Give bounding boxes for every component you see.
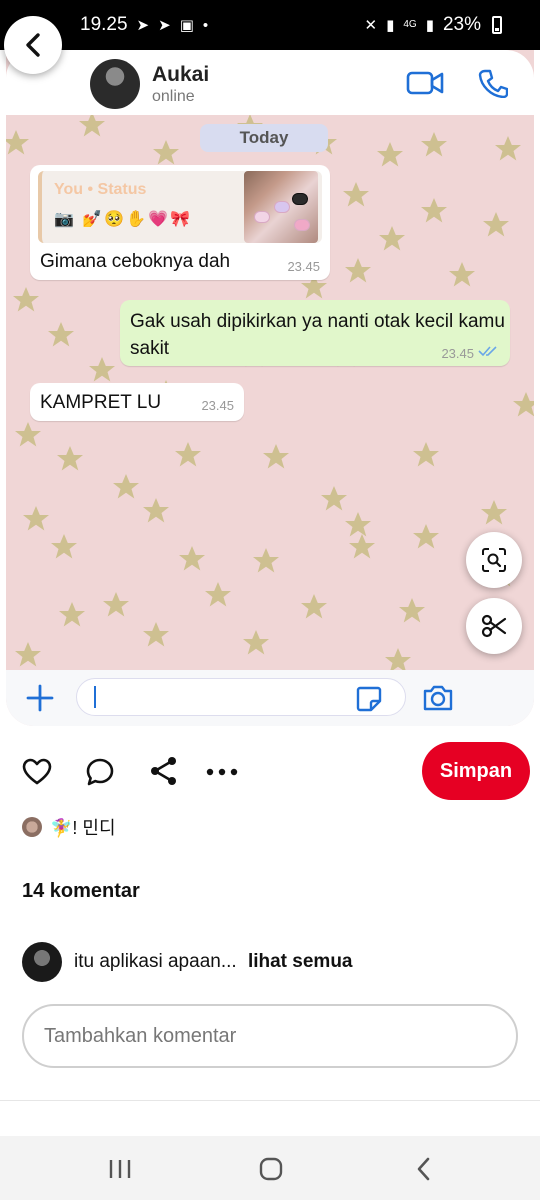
message-bubble-incoming[interactable]: KAMPRET LU 23.45: [30, 383, 244, 421]
plus-icon[interactable]: [26, 684, 54, 712]
comment-icon[interactable]: [86, 758, 114, 786]
message-text: Gimana ceboknya dah: [40, 251, 231, 272]
telegram-icon: ➤: [158, 16, 171, 34]
signal-icon: ▮: [425, 16, 434, 34]
sticker-icon[interactable]: [356, 686, 382, 712]
pin-image[interactable]: Aukai online Today You • Status 📷 💅🥺✋💗🎀 …: [6, 50, 534, 726]
cutout-button[interactable]: [466, 598, 522, 654]
contact-avatar[interactable]: [90, 59, 140, 109]
pin-owner[interactable]: 🧚‍♀️! 민디: [22, 814, 116, 840]
camera-icon[interactable]: [422, 684, 454, 712]
date-separator: Today: [200, 124, 328, 152]
signal-icon: ▮: [386, 16, 395, 34]
message-time: 23.45: [201, 398, 234, 413]
nav-back-icon[interactable]: [414, 1156, 434, 1182]
owner-name[interactable]: 🧚‍♀️! 민디: [50, 814, 116, 840]
contact-status: online: [152, 88, 195, 105]
quote-emojis: 📷 💅🥺✋💗🎀: [54, 211, 192, 228]
quote-title: You • Status: [54, 181, 147, 198]
recents-icon[interactable]: [108, 1158, 132, 1180]
telegram-icon: ➤: [136, 16, 150, 34]
status-time: 19.25: [80, 14, 128, 35]
gallery-icon: ▣: [179, 16, 194, 34]
mute-icon: ✕: [364, 16, 378, 34]
share-icon[interactable]: [150, 756, 178, 786]
commenter-avatar[interactable]: [22, 942, 62, 982]
heart-icon[interactable]: [22, 758, 52, 786]
divider: [0, 1100, 540, 1101]
video-call-icon[interactable]: [406, 70, 444, 96]
comment-count: 14 komentar: [22, 880, 140, 902]
chat-input-bar: [6, 670, 534, 726]
visual-search-button[interactable]: [466, 532, 522, 588]
network-type: 4G: [403, 19, 417, 30]
message-text: KAMPRET LU: [40, 392, 162, 413]
lens-icon: [482, 548, 506, 572]
contact-name[interactable]: Aukai: [152, 63, 209, 87]
read-receipt-icon: [478, 346, 497, 357]
status-reply-quote[interactable]: You • Status 📷 💅🥺✋💗🎀: [38, 171, 322, 243]
pin-actions: Simpan: [0, 738, 540, 804]
message-bubble-outgoing[interactable]: Gak usah dipikirkan ya nanti otak kecil …: [120, 300, 510, 366]
add-comment-input[interactable]: Tambahkan komentar: [22, 1004, 518, 1068]
back-button[interactable]: [4, 16, 62, 74]
back-arrow-icon: [26, 33, 40, 57]
battery-percent: 23%: [442, 14, 481, 35]
scissors-icon: [481, 614, 507, 638]
chat-header: Aukai online: [6, 50, 534, 115]
more-icon[interactable]: [206, 768, 238, 776]
status-bar: 19.25 ➤ ➤ ▣ • ✕ ▮ 4G ▮ 23%: [0, 0, 540, 50]
message-time: 23.45: [441, 346, 474, 361]
system-nav-bar: [0, 1136, 540, 1200]
see-all-comments-link[interactable]: lihat semua: [248, 951, 353, 972]
owner-avatar[interactable]: [22, 817, 42, 837]
battery-icon: [492, 16, 502, 34]
message-bubble-incoming[interactable]: You • Status 📷 💅🥺✋💗🎀 Gimana ceboknya dah…: [30, 165, 330, 280]
home-icon[interactable]: [258, 1156, 284, 1182]
text-caret: [94, 686, 96, 708]
message-time: 23.45: [287, 259, 320, 274]
dot-icon: •: [202, 16, 209, 34]
phone-icon[interactable]: [478, 68, 508, 98]
status-thumbnail: [244, 171, 318, 243]
comment-text: itu aplikasi apaan...: [74, 951, 237, 972]
top-comment[interactable]: itu aplikasi apaan... lihat semua: [22, 942, 353, 982]
save-button[interactable]: Simpan: [422, 742, 530, 800]
